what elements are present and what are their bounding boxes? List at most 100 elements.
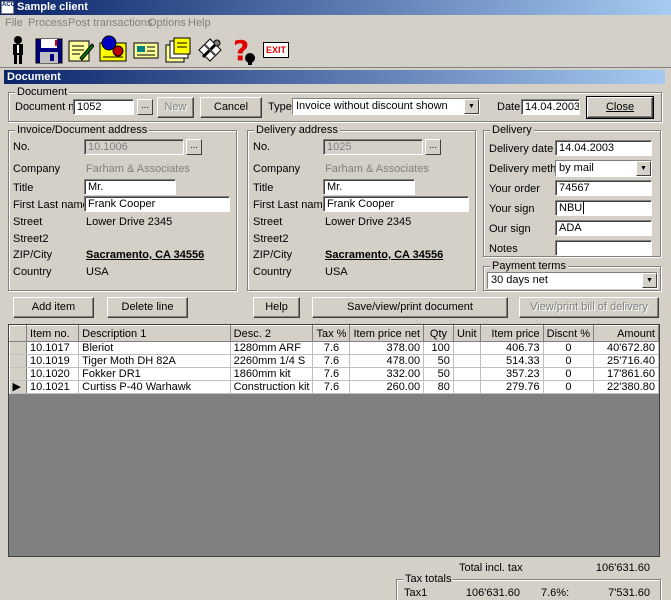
menu-help[interactable]: Help [188, 17, 211, 29]
delivery-name-field[interactable]: Frank Cooper [323, 196, 469, 212]
row-selector[interactable] [9, 341, 27, 355]
document-no-lookup-button[interactable]: ... [137, 99, 153, 115]
cell-tax[interactable]: 7.6 [312, 341, 351, 355]
cell-desc-2[interactable]: 1860mm kit [230, 367, 314, 381]
invoice-zip-link[interactable]: Sacramento, CA 34556 [86, 249, 204, 262]
cell-item-price[interactable]: 357.23 [480, 367, 544, 381]
cell-unit[interactable] [453, 380, 481, 394]
add-item-button[interactable]: Add item [13, 297, 94, 318]
toolbar-exit-button[interactable]: EXIT [260, 34, 292, 65]
delivery-date-field[interactable]: 14.04.2003 [555, 140, 652, 156]
row-selector[interactable] [9, 354, 27, 368]
notes-field[interactable] [555, 240, 652, 256]
toolbar-documents-button[interactable] [163, 34, 193, 65]
delivery-title-field[interactable]: Mr. [323, 179, 415, 195]
chevron-down-icon[interactable]: ▼ [464, 99, 479, 114]
cell-item-price-net[interactable]: 378.00 [349, 341, 425, 355]
cell-unit[interactable] [453, 341, 481, 355]
toolbar-person-button[interactable] [3, 34, 33, 65]
menu-post-transactions[interactable]: Post transactions [68, 17, 152, 29]
your-sign-field[interactable]: NBU [555, 200, 652, 216]
cell-discount[interactable]: 0 [543, 341, 595, 355]
cell-item-no[interactable]: 10.1019 [26, 354, 80, 368]
print-delivery-button[interactable]: View/print bill of delivery [519, 297, 659, 318]
menu-process[interactable]: Process [28, 17, 68, 29]
cell-item-price-net[interactable]: 332.00 [349, 367, 425, 381]
cell-discount[interactable]: 0 [543, 367, 595, 381]
chevron-down-icon[interactable]: ▼ [636, 161, 651, 176]
cell-item-price[interactable]: 514.33 [480, 354, 544, 368]
new-button[interactable]: New [157, 97, 194, 118]
cell-discount[interactable]: 0 [543, 354, 595, 368]
column-header-tax[interactable]: Tax % [312, 325, 351, 342]
table-row[interactable]: 10.1019 Tiger Moth DH 82A 2260mm 1/4 S 7… [9, 354, 659, 368]
toolbar-card-button[interactable] [131, 34, 161, 65]
cell-amount[interactable]: 22'380.80 [593, 380, 659, 394]
cell-tax[interactable]: 7.6 [312, 380, 351, 394]
cell-item-no[interactable]: 10.1021 [26, 380, 80, 394]
cell-description-1[interactable]: Fokker DR1 [78, 367, 231, 381]
cell-desc-2[interactable]: 1280mm ARF [230, 341, 314, 355]
cell-description-1[interactable]: Tiger Moth DH 82A [78, 354, 231, 368]
toolbar-edit-document-button[interactable] [65, 34, 95, 65]
cell-qty[interactable]: 80 [423, 380, 454, 394]
cell-desc-2[interactable]: Construction kit [230, 380, 314, 394]
cell-desc-2[interactable]: 2260mm 1/4 S [230, 354, 314, 368]
cell-discount[interactable]: 0 [543, 380, 595, 394]
toolbar-help-button[interactable]: ? [228, 34, 258, 65]
column-header-item-no[interactable]: Item no. [25, 325, 80, 342]
toolbar-tools-button[interactable] [195, 34, 225, 65]
menu-file[interactable]: File [5, 17, 23, 29]
column-header-discount[interactable]: Discnt % [542, 325, 595, 342]
table-row[interactable]: ▶ 10.1021 Curtiss P-40 Warhawk Construct… [9, 380, 659, 394]
column-header-desc-2[interactable]: Desc. 2 [229, 325, 314, 342]
column-header-item-price-net[interactable]: Item price net [349, 325, 425, 342]
cell-tax[interactable]: 7.6 [312, 354, 351, 368]
column-header-amount[interactable]: Amount [593, 325, 659, 342]
invoice-no-field[interactable]: 10.1006 [84, 139, 184, 155]
toolbar-save-button[interactable] [34, 34, 64, 65]
cell-amount[interactable]: 17'861.60 [593, 367, 659, 381]
cell-description-1[interactable]: Curtiss P-40 Warhawk [78, 380, 231, 394]
column-header-description-1[interactable]: Description 1 [78, 325, 231, 342]
cell-qty[interactable]: 100 [423, 341, 454, 355]
cell-item-price[interactable]: 279.76 [480, 380, 544, 394]
column-header-item-price[interactable]: Item price [479, 325, 544, 342]
cell-unit[interactable] [453, 367, 481, 381]
row-selector[interactable]: ▶ [9, 380, 27, 394]
table-row[interactable]: 10.1020 Fokker DR1 1860mm kit 7.6 332.00… [9, 367, 659, 381]
your-order-field[interactable]: 74567 [555, 180, 652, 196]
payment-terms-select[interactable]: 30 days net ▼ [487, 272, 658, 289]
items-grid[interactable]: Item no. Description 1 Desc. 2 Tax % Ite… [8, 324, 660, 557]
menu-options[interactable]: Options [148, 17, 186, 29]
cell-item-price[interactable]: 406.73 [480, 341, 544, 355]
column-header-selector[interactable] [9, 325, 27, 342]
cell-item-price-net[interactable]: 478.00 [349, 354, 425, 368]
chevron-down-icon[interactable]: ▼ [642, 273, 657, 288]
delivery-zip-link[interactable]: Sacramento, CA 34556 [325, 249, 443, 262]
cell-description-1[interactable]: Bleriot [78, 341, 231, 355]
invoice-no-lookup-button[interactable]: ... [186, 139, 202, 155]
delivery-no-lookup-button[interactable]: ... [425, 139, 441, 155]
cell-item-no[interactable]: 10.1017 [26, 341, 80, 355]
our-sign-field[interactable]: ADA [555, 220, 652, 236]
type-select[interactable]: Invoice without discount shown ▼ [292, 98, 480, 115]
delete-line-button[interactable]: Delete line [107, 297, 188, 318]
document-no-field[interactable]: 1052 [73, 99, 134, 115]
cancel-button[interactable]: Cancel [200, 97, 262, 118]
table-row[interactable]: 10.1017 Bleriot 1280mm ARF 7.6 378.00 10… [9, 341, 659, 355]
date-field[interactable]: 14.04.2003 [521, 99, 580, 115]
delivery-no-field[interactable]: 1025 [323, 139, 423, 155]
column-header-qty[interactable]: Qty [423, 325, 454, 342]
cell-amount[interactable]: 40'672.80 [593, 341, 659, 355]
cell-qty[interactable]: 50 [423, 354, 454, 368]
cell-tax[interactable]: 7.6 [312, 367, 351, 381]
row-selector[interactable] [9, 367, 27, 381]
help-button[interactable]: Help [253, 297, 300, 318]
cell-item-no[interactable]: 10.1020 [26, 367, 80, 381]
cell-amount[interactable]: 25'716.40 [593, 354, 659, 368]
invoice-title-field[interactable]: Mr. [84, 179, 176, 195]
delivery-method-select[interactable]: by mail ▼ [555, 160, 652, 177]
cell-item-price-net[interactable]: 260.00 [349, 380, 425, 394]
cell-qty[interactable]: 50 [423, 367, 454, 381]
